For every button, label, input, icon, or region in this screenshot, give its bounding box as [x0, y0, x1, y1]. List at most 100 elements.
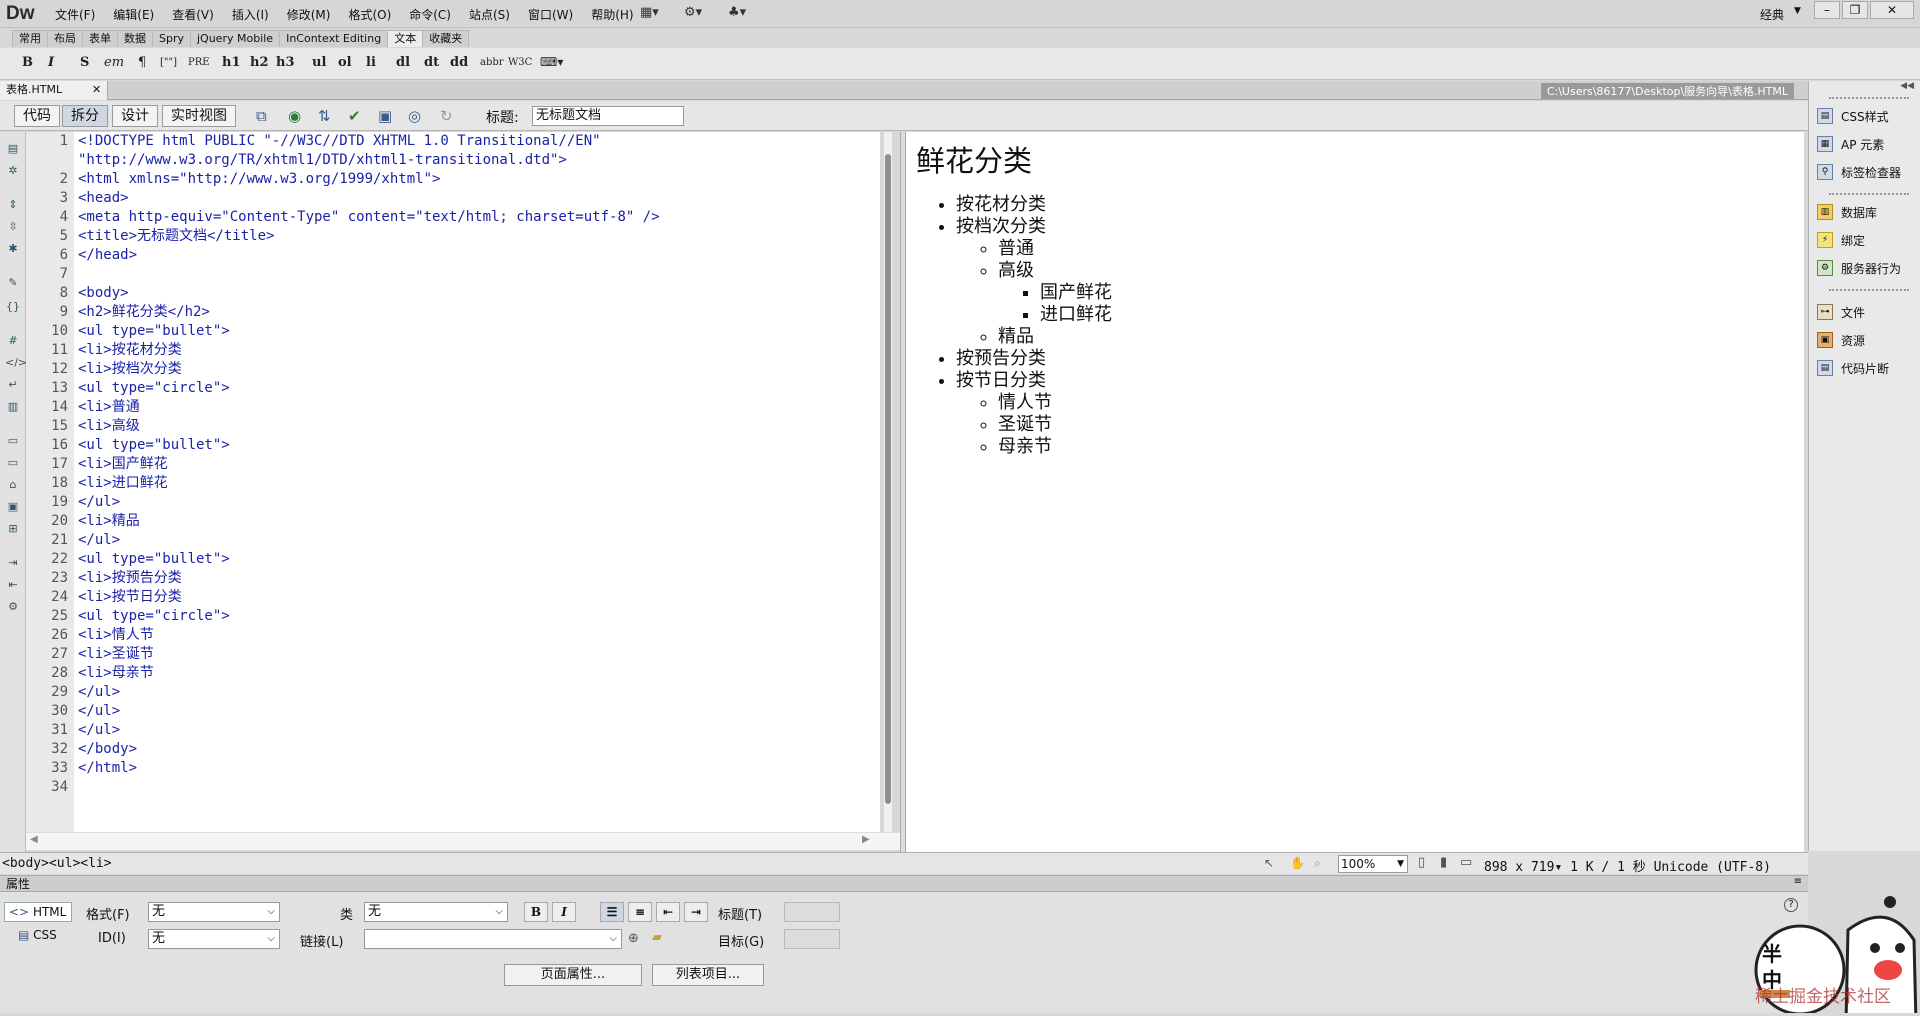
ordered-list-icon[interactable]: ≡: [628, 902, 652, 922]
balance-braces-icon[interactable]: {}: [5, 300, 21, 314]
bold-button[interactable]: B: [22, 55, 33, 70]
tab-layout[interactable]: 布局: [47, 30, 83, 47]
live-view-button[interactable]: 实时视图: [162, 105, 236, 127]
tab-jquery-mobile[interactable]: jQuery Mobile: [190, 30, 281, 47]
select-tool-icon[interactable]: ↖: [1264, 856, 1274, 870]
point-to-file-icon[interactable]: ⊕: [628, 931, 639, 946]
word-wrap-icon[interactable]: ↵: [5, 378, 21, 392]
tab-forms[interactable]: 表单: [82, 30, 118, 47]
menu-insert[interactable]: 插入(I): [223, 6, 278, 23]
visual-aids-icon[interactable]: ▣: [378, 107, 392, 125]
h1-button[interactable]: h1: [222, 55, 241, 70]
class-select[interactable]: 无 ⌵: [364, 902, 508, 922]
design-view-button[interactable]: 设计: [112, 105, 158, 127]
line-numbers-icon[interactable]: #: [5, 334, 21, 348]
menu-format[interactable]: 格式(O): [339, 6, 400, 23]
strong-button[interactable]: S: [80, 55, 89, 70]
expand-all-icon[interactable]: ✱: [5, 242, 21, 256]
tab-favorites[interactable]: 收藏夹: [422, 30, 470, 47]
menu-edit[interactable]: 编辑(E): [104, 6, 163, 23]
site-icon[interactable]: ♣▾: [728, 5, 746, 20]
bold-toggle[interactable]: B: [524, 902, 548, 922]
layout-icon[interactable]: ▦▾: [640, 5, 659, 20]
outdent-code-icon[interactable]: ⇤: [5, 578, 21, 592]
panel-css-styles[interactable]: ▤ CSS样式: [1817, 105, 1889, 127]
ol-button[interactable]: ol: [338, 55, 352, 70]
panel-tag-inspector[interactable]: ⚲ 标签检查器: [1817, 161, 1901, 183]
target-input[interactable]: [784, 929, 840, 949]
panel-options-icon[interactable]: ≡: [1794, 876, 1802, 887]
code-vertical-scrollbar[interactable]: [884, 132, 892, 832]
multiscreen-icon[interactable]: ⧉: [256, 107, 267, 125]
file-management-icon[interactable]: ⇅: [318, 107, 331, 125]
browser-preview-icon[interactable]: ◉: [288, 107, 301, 125]
blockquote-button[interactable]: [""]: [160, 57, 177, 68]
menu-view[interactable]: 查看(V): [163, 6, 223, 23]
mobile-size-icon[interactable]: ▯: [1418, 855, 1425, 870]
close-icon[interactable]: ✕: [92, 81, 101, 99]
menu-modify[interactable]: 修改(M): [278, 6, 340, 23]
css-tab[interactable]: ▤ CSS: [18, 928, 57, 942]
minimize-button[interactable]: –: [1814, 1, 1840, 19]
document-tab[interactable]: 表格.HTML ✕: [0, 81, 108, 100]
panel-ap-elements[interactable]: ▦ AP 元素: [1817, 133, 1884, 155]
tab-text[interactable]: 文本: [387, 30, 424, 47]
syntax-coloring-icon[interactable]: ▥: [5, 400, 21, 414]
h3-button[interactable]: h3: [276, 55, 295, 70]
tab-incontext-editing[interactable]: InContext Editing: [279, 30, 389, 47]
code-view-button[interactable]: 代码: [14, 105, 60, 127]
collapse-full-tag-icon[interactable]: ⇕: [5, 198, 21, 212]
code-horizontal-scrollbar[interactable]: ◀ ▶: [26, 832, 904, 850]
ul-button[interactable]: ul: [312, 55, 326, 70]
em-button[interactable]: em: [104, 55, 124, 70]
italic-button[interactable]: I: [48, 55, 54, 70]
outdent-icon[interactable]: ⇤: [656, 902, 680, 922]
validate-icon[interactable]: ✔: [348, 107, 361, 125]
gear-icon[interactable]: ⚙▾: [684, 5, 702, 20]
collapse-selection-icon[interactable]: ⇳: [5, 220, 21, 234]
indent-icon[interactable]: ⇥: [684, 902, 708, 922]
code-editor[interactable]: <!DOCTYPE html PUBLIC "-//W3C//DTD XHTML…: [74, 132, 880, 832]
desktop-size-icon[interactable]: ▭: [1460, 855, 1472, 870]
zoom-select[interactable]: 100% ▼: [1338, 855, 1408, 873]
li-button[interactable]: li: [366, 55, 376, 70]
document-title-input[interactable]: 无标题文档: [532, 106, 684, 126]
recent-snippets-icon[interactable]: ▣: [5, 500, 21, 514]
list-item-button[interactable]: 列表项目...: [652, 964, 764, 986]
workspace-switcher[interactable]: 经典: [1760, 6, 1784, 23]
show-code-navigator-icon[interactable]: ✲: [5, 164, 21, 178]
move-css-icon[interactable]: ⊞: [5, 522, 21, 536]
properties-title[interactable]: 属性: [0, 876, 1808, 892]
italic-toggle[interactable]: I: [552, 902, 576, 922]
hand-tool-icon[interactable]: ✋: [1290, 856, 1305, 870]
panel-assets[interactable]: ▣ 资源: [1817, 329, 1865, 351]
dt-button[interactable]: dt: [424, 55, 439, 70]
menu-commands[interactable]: 命令(C): [400, 6, 460, 23]
scrollbar-thumb[interactable]: [885, 154, 891, 804]
panel-bindings[interactable]: ⚡ 绑定: [1817, 229, 1865, 251]
wrap-tag-icon[interactable]: ⌂: [5, 478, 21, 492]
acronym-button[interactable]: W3C: [508, 57, 532, 68]
panel-files[interactable]: ⊶ 文件: [1817, 301, 1865, 323]
tab-data[interactable]: 数据: [117, 30, 153, 47]
design-view[interactable]: 鲜花分类 按花材分类 按档次分类 普通 高级 国产鲜花 进口鲜花 精品 按预告分…: [906, 132, 1804, 852]
h2-button[interactable]: h2: [250, 55, 269, 70]
check-browser-icon[interactable]: ◎: [408, 107, 421, 125]
unordered-list-icon[interactable]: ☰: [600, 902, 624, 922]
close-button[interactable]: ✕: [1870, 1, 1914, 19]
scroll-left-icon[interactable]: ◀: [30, 834, 38, 845]
id-select[interactable]: 无 ⌵: [148, 929, 280, 949]
panel-databases[interactable]: ▥ 数据库: [1817, 201, 1877, 223]
browse-folder-icon[interactable]: ▰: [652, 930, 662, 945]
dd-button[interactable]: dd: [450, 55, 468, 70]
panel-group-grip[interactable]: [1829, 289, 1909, 291]
format-select[interactable]: 无 ⌵: [148, 902, 280, 922]
format-source-code-icon[interactable]: ⚙: [5, 600, 21, 614]
indent-code-icon[interactable]: ⇥: [5, 556, 21, 570]
highlight-invalid-code-icon[interactable]: </>: [5, 356, 27, 370]
window-size[interactable]: 898 x 719: [1484, 860, 1554, 875]
html-tab[interactable]: <> HTML: [4, 902, 72, 922]
paragraph-button[interactable]: ¶: [138, 55, 146, 70]
tab-spry[interactable]: Spry: [152, 30, 191, 47]
characters-menu-icon[interactable]: ⌨▾: [540, 55, 563, 69]
